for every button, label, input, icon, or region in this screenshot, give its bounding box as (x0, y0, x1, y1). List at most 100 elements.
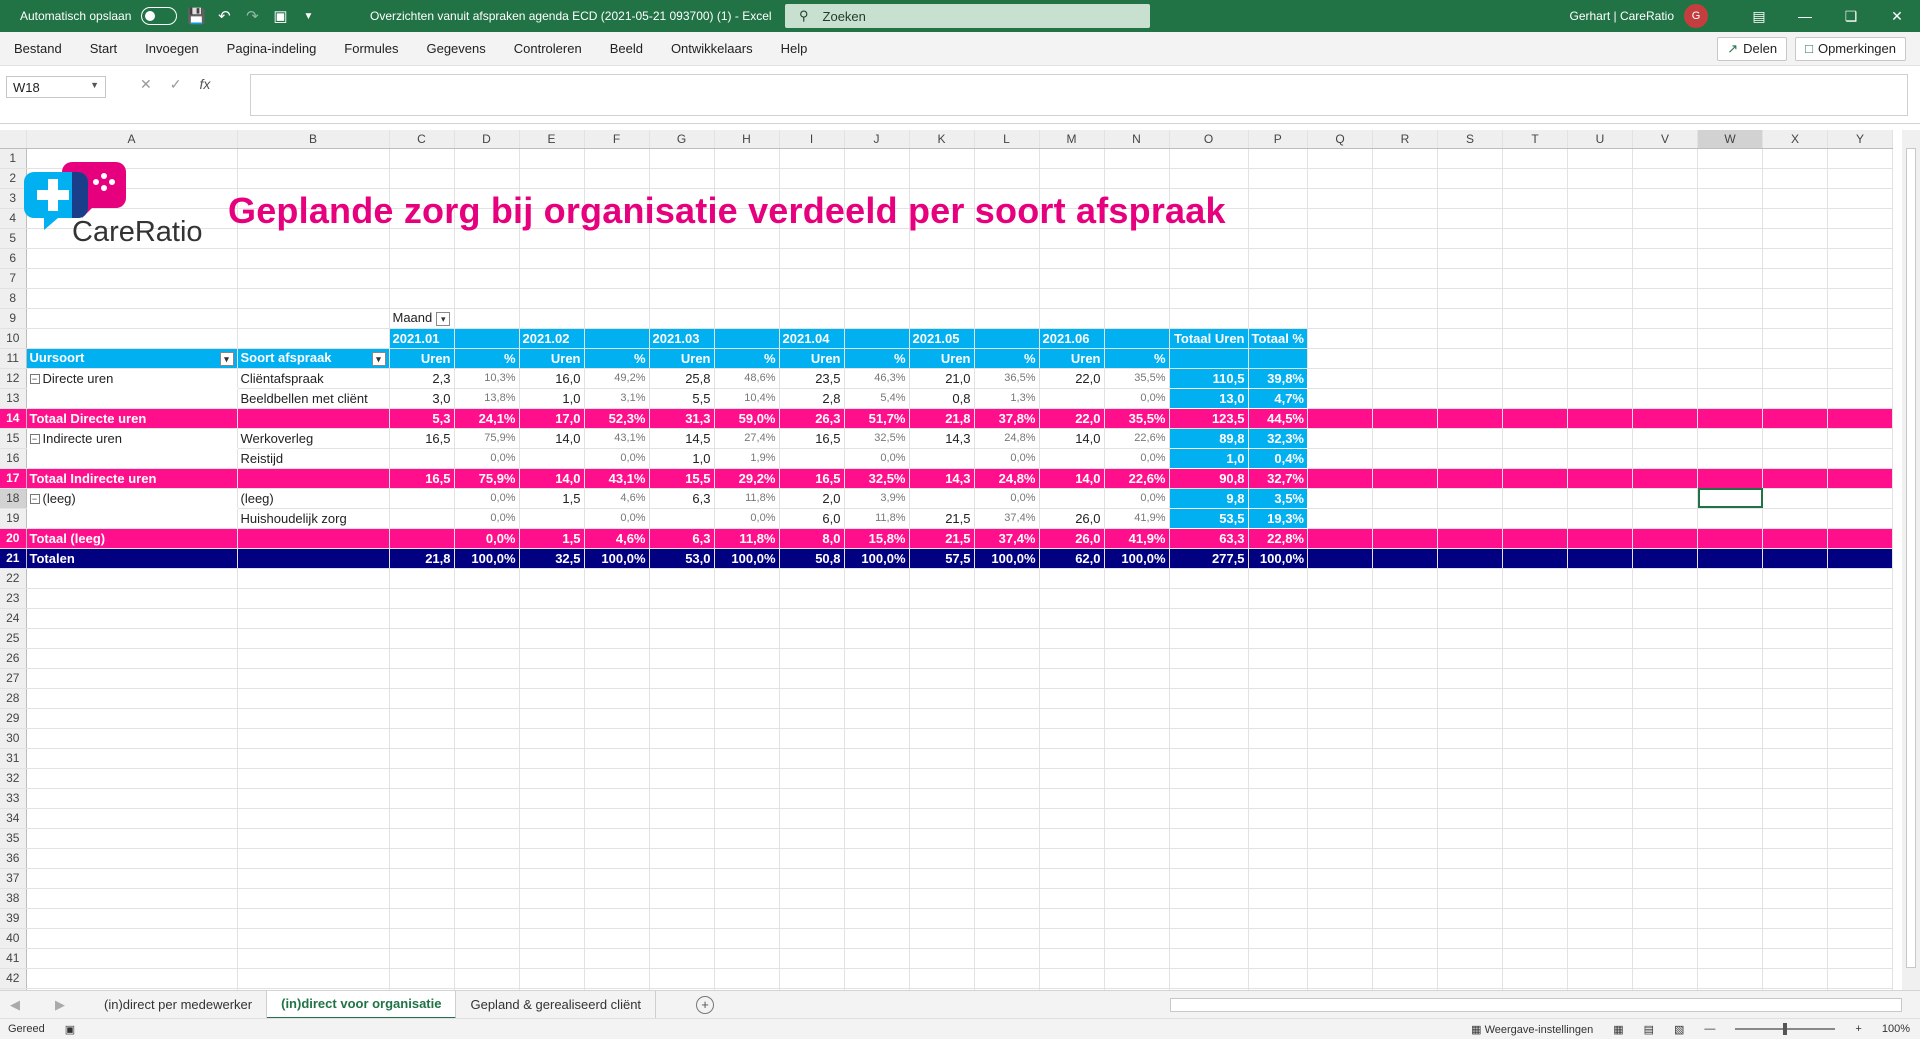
cell[interactable] (1502, 928, 1568, 949)
cell[interactable] (649, 648, 715, 669)
cell[interactable] (1697, 848, 1763, 869)
cell[interactable] (1169, 708, 1249, 729)
cell[interactable] (26, 588, 238, 609)
cell[interactable] (1372, 468, 1438, 489)
cell[interactable] (1372, 888, 1438, 909)
cell[interactable] (714, 828, 780, 849)
cell[interactable] (909, 908, 975, 929)
cell[interactable] (1307, 668, 1373, 689)
column-header[interactable]: C (389, 130, 455, 149)
cell[interactable] (519, 948, 585, 969)
cell[interactable] (714, 708, 780, 729)
cell[interactable] (1437, 348, 1503, 369)
cell[interactable] (974, 588, 1040, 609)
cell[interactable] (1169, 868, 1249, 889)
menu-formules[interactable]: Formules (330, 41, 412, 56)
cell[interactable] (1169, 828, 1249, 849)
cell[interactable] (974, 248, 1040, 269)
cell[interactable] (974, 648, 1040, 669)
cell[interactable] (1248, 948, 1308, 969)
column-header[interactable]: D (454, 130, 520, 149)
cell[interactable] (26, 748, 238, 769)
cell[interactable] (1697, 388, 1763, 409)
cell[interactable] (1104, 928, 1170, 949)
cell[interactable] (1567, 488, 1633, 509)
cell[interactable] (844, 248, 910, 269)
cell[interactable] (1248, 248, 1308, 269)
cell[interactable] (714, 868, 780, 889)
cell[interactable] (26, 728, 238, 749)
row-header[interactable]: 16 (0, 448, 27, 469)
cell[interactable] (974, 308, 1040, 329)
cell[interactable] (1307, 228, 1373, 249)
subtotal-pct[interactable]: 24,8% (974, 468, 1040, 489)
column-header[interactable]: X (1762, 130, 1828, 149)
cell[interactable] (1307, 788, 1373, 809)
cell[interactable] (1827, 448, 1893, 469)
column-header[interactable]: K (909, 130, 975, 149)
cell[interactable] (1632, 488, 1698, 509)
cell[interactable] (1502, 748, 1568, 769)
hours-value[interactable] (389, 488, 455, 509)
cell[interactable] (1104, 768, 1170, 789)
cell[interactable] (454, 908, 520, 929)
cell[interactable] (519, 768, 585, 789)
cell[interactable] (26, 848, 238, 869)
cell[interactable] (1104, 568, 1170, 589)
row-header[interactable]: 13 (0, 388, 27, 409)
cell[interactable] (26, 948, 238, 969)
cell[interactable] (714, 328, 780, 349)
cell[interactable] (454, 828, 520, 849)
month-header[interactable]: 2021.03 (649, 328, 715, 349)
cell[interactable] (1248, 728, 1308, 749)
cell[interactable] (1502, 348, 1568, 369)
cell[interactable] (454, 928, 520, 949)
cell[interactable] (1248, 228, 1308, 249)
subtotal-label[interactable]: Totaal Indirecte uren (26, 468, 238, 489)
row-header[interactable]: 33 (0, 788, 27, 809)
cell[interactable] (1827, 788, 1893, 809)
cell[interactable] (1248, 168, 1308, 189)
cell[interactable] (1632, 728, 1698, 749)
hours-value[interactable]: 2,0 (779, 488, 845, 509)
close-icon[interactable]: ✕ (1874, 0, 1920, 32)
hours-value[interactable]: 6,3 (649, 488, 715, 509)
cell[interactable] (1697, 708, 1763, 729)
cell[interactable] (1437, 628, 1503, 649)
pct-value[interactable]: 13,8% (454, 388, 520, 409)
cell[interactable] (1104, 708, 1170, 729)
cell[interactable] (1039, 788, 1105, 809)
cell[interactable] (1437, 848, 1503, 869)
cell[interactable] (1372, 348, 1438, 369)
cell[interactable] (584, 688, 650, 709)
cell[interactable] (1372, 608, 1438, 629)
cell[interactable] (1632, 768, 1698, 789)
ribbon-display-icon[interactable]: ▤ (1736, 0, 1782, 32)
row-header[interactable]: 34 (0, 808, 27, 829)
cell[interactable] (1697, 788, 1763, 809)
cell[interactable] (26, 288, 238, 309)
total-hours-value[interactable]: 63,3 (1169, 528, 1249, 549)
cell[interactable] (909, 888, 975, 909)
cell[interactable] (1372, 508, 1438, 529)
subtotal-label[interactable]: Totalen (26, 548, 238, 569)
row-header[interactable]: 32 (0, 768, 27, 789)
hours-value[interactable]: 1,5 (519, 488, 585, 509)
cell[interactable] (389, 868, 455, 889)
cell[interactable] (26, 248, 238, 269)
cell[interactable] (584, 848, 650, 869)
cell[interactable] (909, 808, 975, 829)
vertical-scroll-thumb[interactable] (1906, 148, 1916, 968)
cell[interactable] (779, 908, 845, 929)
cell[interactable] (844, 688, 910, 709)
pct-value[interactable]: 3,9% (844, 488, 910, 509)
cell[interactable] (1372, 548, 1438, 569)
cell[interactable] (584, 948, 650, 969)
cell[interactable] (584, 748, 650, 769)
cell[interactable] (1632, 568, 1698, 589)
subtotal-pct[interactable]: 51,7% (844, 408, 910, 429)
cell[interactable] (714, 688, 780, 709)
sub-header-pct[interactable]: % (844, 348, 910, 369)
month-header[interactable]: 2021.04 (779, 328, 845, 349)
column-header[interactable]: A (26, 130, 238, 149)
